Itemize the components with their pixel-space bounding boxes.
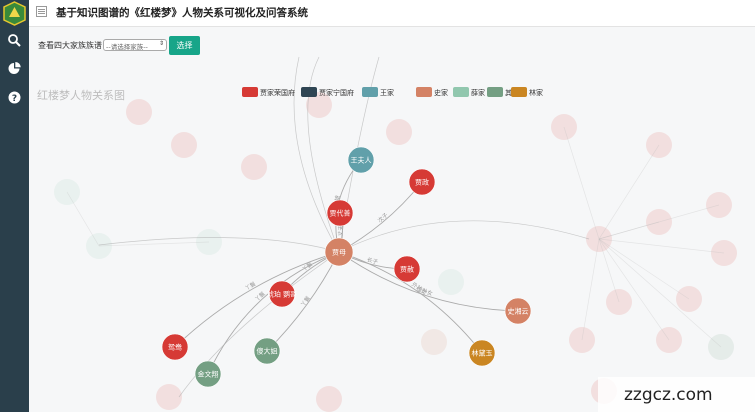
edge-label: 丫鬟 <box>244 279 258 292</box>
filter-label: 查看四大家族族谱 <box>38 41 102 50</box>
legend-swatch <box>242 87 258 97</box>
chart-legend[interactable]: 贾家荣国府贾家宁国府王家史家薛家其他林家 <box>242 87 543 97</box>
person-node-jiamu[interactable]: 贾母 <box>324 237 354 267</box>
faded-node <box>126 99 152 125</box>
watermark-text: zzgcz.com <box>624 385 713 405</box>
faded-node <box>438 269 464 295</box>
legend-swatch <box>511 87 527 97</box>
help-icon[interactable]: ? <box>7 90 22 105</box>
faded-edge <box>598 238 620 303</box>
person-node-jiazheng[interactable]: 贾政 <box>408 168 436 196</box>
edge-label: 长子 <box>366 255 379 266</box>
logo-icon <box>3 1 26 26</box>
legend-item[interactable]: 贾家宁国府 <box>301 87 354 97</box>
faded-edge <box>598 238 725 254</box>
faded-edge <box>598 238 690 300</box>
main-content: 儿媳次子丈夫长子侄孙女外孙女丫鬟丫鬟丫鬟丫鬟贾母王夫人贾政贾代善贾赦史湘云林黛玉… <box>29 27 755 412</box>
legend-swatch <box>301 87 317 97</box>
search-icon[interactable] <box>7 33 22 48</box>
person-node-jinwenxiang[interactable]: 金文翔 <box>194 360 222 388</box>
node-label: 傻大姐 <box>257 347 278 356</box>
pie-chart-icon[interactable] <box>7 61 22 76</box>
chart-title: 红楼梦人物关系图 <box>37 89 125 102</box>
relation-edge <box>338 220 590 253</box>
family-select[interactable]: --请选择家族-- ⇕ <box>103 39 167 51</box>
legend-label: 贾家宁国府 <box>319 88 354 97</box>
person-node-jiadaishan[interactable]: 贾代善 <box>326 199 354 227</box>
edge-label: 丫鬟 <box>299 294 312 308</box>
node-label: 史湘云 <box>508 307 529 316</box>
select-button[interactable]: 选择 <box>169 36 200 55</box>
legend-item[interactable]: 林家 <box>511 87 543 97</box>
node-label: 鸳鸯 <box>168 343 182 352</box>
legend-item[interactable]: 薛家 <box>453 87 485 97</box>
person-node-hupo[interactable]: 琥珀 鹦哥 <box>267 280 297 308</box>
node-label: 琥珀 鹦哥 <box>267 290 297 299</box>
faded-edge <box>581 238 600 341</box>
person-node-shixiangyun[interactable]: 史湘云 <box>504 297 532 325</box>
legend-label: 史家 <box>434 88 448 97</box>
legend-item[interactable]: 王家 <box>362 87 394 97</box>
faded-edge <box>598 238 670 341</box>
faded-node <box>386 119 412 145</box>
node-label: 贾赦 <box>400 265 414 274</box>
faded-node <box>421 329 447 355</box>
legend-label: 林家 <box>529 88 543 97</box>
legend-item[interactable]: 贾家荣国府 <box>242 87 295 97</box>
legend-swatch <box>487 87 503 97</box>
legend-swatch <box>416 87 432 97</box>
background-nodes <box>54 92 737 412</box>
faded-edge <box>563 126 600 240</box>
legend-label: 贾家荣国府 <box>260 88 295 97</box>
node-label: 金文翔 <box>198 370 219 379</box>
person-node-yuanyang[interactable]: 鸳鸯 <box>161 333 189 361</box>
relation-graph[interactable]: 儿媳次子丈夫长子侄孙女外孙女丫鬟丫鬟丫鬟丫鬟贾母王夫人贾政贾代善贾赦史湘云林黛玉… <box>29 27 755 412</box>
watermark: zzgcz.com <box>598 377 755 412</box>
node-label: 贾政 <box>415 178 429 187</box>
person-node-wangfuren[interactable]: 王夫人 <box>347 146 375 174</box>
menu-icon[interactable] <box>36 6 47 17</box>
faded-node <box>156 384 182 410</box>
family-select-value: --请选择家族-- <box>106 43 148 51</box>
legend-label: 薛家 <box>471 88 485 97</box>
faded-edge <box>98 241 210 247</box>
sidebar: ? <box>0 0 29 412</box>
chevron-updown-icon: ⇕ <box>158 40 164 47</box>
faded-node <box>316 386 342 412</box>
legend-swatch <box>362 87 378 97</box>
faded-node <box>241 154 267 180</box>
faded-edge <box>66 191 100 247</box>
app-title: 基于知识图谱的《红楼梦》人物关系可视化及问答系统 <box>56 7 308 19</box>
header: 基于知识图谱的《红楼梦》人物关系可视化及问答系统 <box>29 0 755 27</box>
node-label: 贾代善 <box>330 209 351 218</box>
node-label: 王夫人 <box>351 156 372 165</box>
person-node-linhaiyu[interactable]: 林黛玉 <box>468 339 496 367</box>
person-node-shadajie[interactable]: 傻大姐 <box>253 337 281 365</box>
legend-item[interactable]: 史家 <box>416 87 448 97</box>
person-node-jiashe[interactable]: 贾赦 <box>393 255 421 283</box>
node-label: 林黛玉 <box>472 349 493 358</box>
node-label: 贾母 <box>332 249 346 257</box>
legend-swatch <box>453 87 469 97</box>
faded-node <box>171 132 197 158</box>
svg-text:?: ? <box>12 94 17 104</box>
legend-label: 王家 <box>380 88 394 97</box>
edge-label: 丫鬟 <box>253 289 267 303</box>
edge-label: 次子 <box>376 211 390 225</box>
